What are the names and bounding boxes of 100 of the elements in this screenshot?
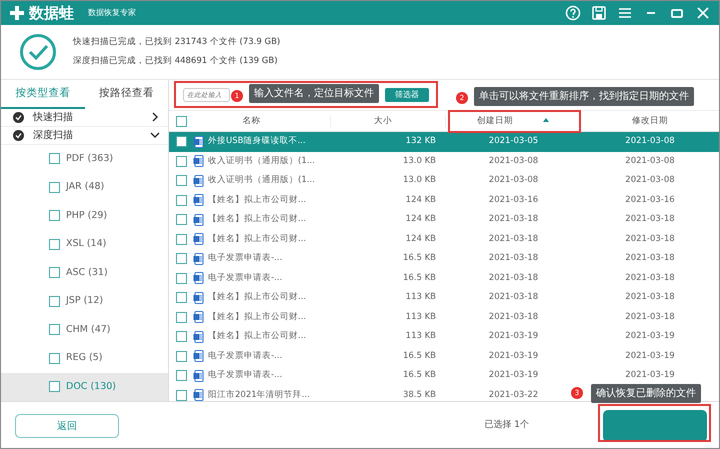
file-type-item[interactable]: DOC (130): [1, 372, 168, 401]
created-date: 2021-03-18: [488, 234, 538, 244]
created-date: 2021-03-22: [488, 390, 538, 400]
file-type-item[interactable]: REG (5): [1, 344, 168, 372]
document-icon: [193, 136, 204, 148]
created-date: 2021-03-19: [488, 350, 538, 361]
row-checkbox[interactable]: [176, 350, 187, 362]
file-name[interactable]: 外接USB随身碟读取不...: [208, 135, 306, 148]
checkbox[interactable]: [49, 210, 60, 222]
file-name[interactable]: 阳江市2021年清明节拜...: [208, 388, 310, 401]
created-date: 2021-03-19: [488, 370, 538, 380]
checkbox[interactable]: [49, 381, 60, 392]
modified-date: 2021-03-18: [625, 253, 675, 264]
file-name[interactable]: 【姓名】拟上市公司财...: [208, 330, 306, 344]
created-date: 2021-03-05: [488, 136, 538, 146]
row-checkbox[interactable]: [176, 370, 187, 382]
row-checkbox[interactable]: [176, 214, 187, 226]
row-checkbox[interactable]: [176, 312, 187, 323]
row-checkbox[interactable]: [176, 390, 187, 401]
scan-summary: 深度扫描已完成，已找到 448691 个文件 (139 GB): [73, 54, 279, 68]
modified-date: 2021-03-16: [625, 194, 675, 205]
file-type-item[interactable]: JAR (48): [1, 173, 168, 202]
file-name[interactable]: 电子发票申请表-...: [208, 350, 282, 363]
view-tab[interactable]: 按路径查看: [84, 80, 168, 109]
file-size: 124 KB: [404, 194, 437, 207]
file-size: 38.5 KB: [402, 388, 437, 401]
file-size: 113 KB: [404, 310, 437, 324]
created-date: 2021-03-18: [488, 253, 538, 264]
created-date: 2021-03-08: [488, 175, 538, 186]
checkbox[interactable]: [49, 238, 60, 250]
file-type-item[interactable]: PDF (363): [1, 144, 168, 173]
checkbox[interactable]: [49, 296, 60, 307]
select-all-checkbox[interactable]: [176, 116, 187, 126]
checkbox[interactable]: [49, 182, 60, 193]
file-name[interactable]: 电子发票申请表-...: [208, 272, 282, 285]
file-name[interactable]: 【姓名】拟上市公司财...: [208, 291, 306, 304]
file-size: 13.0 KB: [402, 174, 437, 188]
check-dot-icon[interactable]: [13, 130, 24, 141]
file-size: 132 KB: [404, 135, 437, 148]
file-type-item[interactable]: JSP (12): [1, 287, 168, 316]
checkbox[interactable]: [49, 267, 60, 278]
file-name[interactable]: 电子发票申请表-...: [208, 369, 282, 382]
modified-date: 2021-03-08: [625, 136, 675, 146]
modified-date: 2021-03-18: [625, 234, 675, 244]
document-icon: [193, 272, 204, 284]
tooltip: 确认恢复已删除的文件: [591, 384, 701, 403]
checkbox[interactable]: [49, 153, 60, 164]
scan-group-item[interactable]: 深度扫描: [1, 126, 168, 144]
scan-summary: 快速扫描已完成，已找到 231743 个文件 (73.9 GB): [73, 36, 280, 49]
column-header[interactable]: 名称: [169, 114, 331, 128]
created-date: 2021-03-18: [488, 272, 538, 283]
column-header[interactable]: 创建日期: [446, 114, 581, 128]
modified-date: 2021-03-19: [625, 370, 675, 380]
chevron-right-icon[interactable]: [150, 112, 160, 122]
row-checkbox[interactable]: [176, 156, 187, 167]
row-checkbox[interactable]: [176, 136, 187, 148]
row-checkbox[interactable]: [176, 175, 187, 186]
back-button[interactable]: 返回: [15, 414, 119, 438]
file-name[interactable]: 【姓名】拟上市公司财...: [208, 232, 306, 246]
file-size: 124 KB: [404, 213, 437, 226]
file-name[interactable]: 【姓名】拟上市公司财...: [208, 194, 306, 207]
document-icon: [193, 155, 204, 168]
file-name[interactable]: 电子发票申请表-...: [208, 252, 282, 266]
filter-button[interactable]: 筛选器: [385, 88, 429, 102]
row-checkbox[interactable]: [176, 331, 187, 342]
row-checkbox[interactable]: [176, 194, 187, 206]
file-type-item[interactable]: CHM (47): [1, 316, 168, 344]
document-icon: [193, 370, 204, 382]
check-dot-icon[interactable]: [13, 112, 24, 123]
selection-status: 已选择 1个: [484, 419, 529, 432]
help-icon[interactable]: [565, 5, 581, 21]
document-icon: [193, 233, 204, 246]
file-name[interactable]: 【姓名】拟上市公司财...: [208, 310, 306, 324]
modified-date: 2021-03-19: [625, 350, 675, 361]
checkbox[interactable]: [49, 324, 60, 336]
close-icon[interactable]: [695, 5, 711, 21]
chevron-down-icon[interactable]: [150, 130, 160, 140]
document-icon: [193, 174, 204, 187]
created-date: 2021-03-18: [488, 312, 538, 322]
checkbox[interactable]: [49, 352, 60, 364]
modified-date: 2021-03-18: [625, 272, 675, 283]
row-checkbox[interactable]: [176, 234, 187, 245]
file-name[interactable]: 【姓名】拟上市公司财...: [208, 213, 306, 226]
row-checkbox[interactable]: [176, 272, 187, 284]
column-header[interactable]: 修改日期: [581, 114, 719, 128]
created-date: 2021-03-19: [488, 331, 538, 342]
column-header[interactable]: 大小: [331, 114, 446, 128]
row-checkbox[interactable]: [176, 292, 187, 304]
view-tab[interactable]: 按类型查看: [1, 80, 84, 109]
created-date: 2021-03-18: [488, 214, 538, 224]
file-name[interactable]: 收入证明书（通用版）(1...: [208, 154, 315, 168]
file-type-item[interactable]: PHP (29): [1, 202, 168, 230]
row-checkbox[interactable]: [176, 253, 187, 264]
document-icon: [193, 350, 204, 362]
scan-group-item[interactable]: 快速扫描: [1, 108, 168, 127]
modified-date: 2021-03-08: [625, 156, 675, 166]
save-icon[interactable]: [591, 5, 607, 21]
file-type-item[interactable]: ASC (31): [1, 258, 168, 287]
file-type-item[interactable]: XSL (14): [1, 230, 168, 258]
file-name[interactable]: 收入证明书（通用版）(1...: [208, 174, 315, 188]
